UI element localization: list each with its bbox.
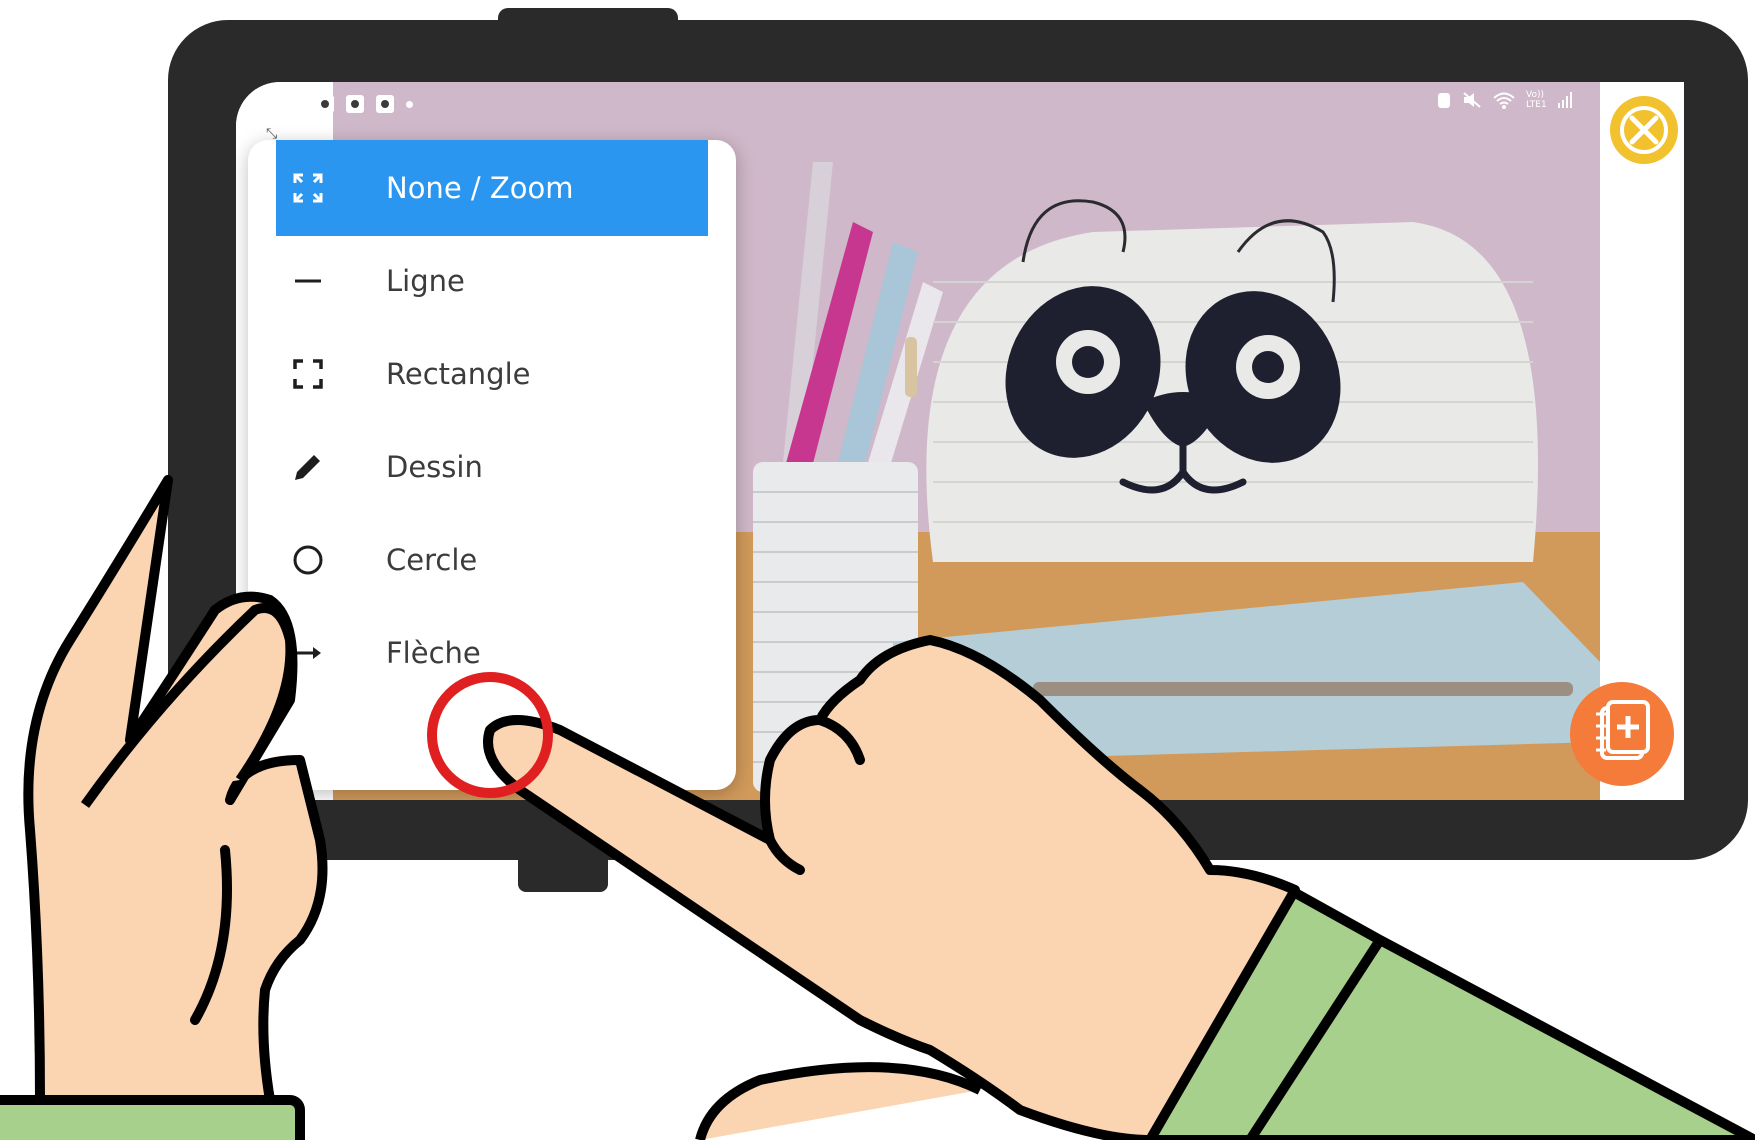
illustration-stage: Vo)) LTE1 ⤡ None / Zoom Ligne Rectangle … <box>0 0 1755 1140</box>
left-sleeve <box>0 1095 305 1140</box>
hands-illustration <box>0 475 1755 1140</box>
right-thumb <box>695 1062 983 1140</box>
